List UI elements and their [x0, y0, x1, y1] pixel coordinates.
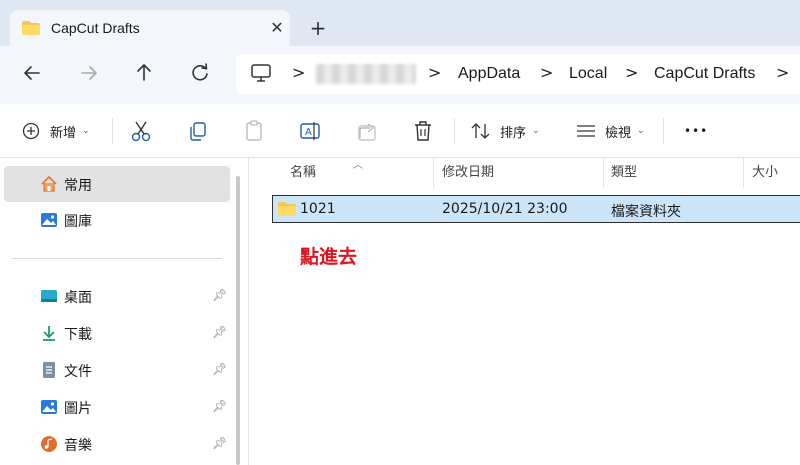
- chevron-down-icon: ⌄: [82, 126, 90, 136]
- toolbar-divider: [112, 118, 113, 144]
- sidebar-item-label: 音樂: [64, 438, 92, 454]
- close-tab-icon[interactable]: ✕: [268, 19, 286, 37]
- tab-title: CapCut Drafts: [51, 20, 140, 36]
- new-tab-button[interactable]: +: [306, 16, 330, 40]
- new-button[interactable]: 新增 ⌄: [22, 118, 90, 144]
- file-modified: 2025/10/21 23:00: [442, 201, 568, 217]
- computer-icon: [251, 64, 271, 82]
- list-view-icon: [577, 125, 595, 137]
- sidebar-item-downloads[interactable]: 下載 📌︎: [0, 315, 230, 351]
- sidebar-item-music[interactable]: 音樂 📌︎: [0, 426, 230, 462]
- cut-icon[interactable]: [130, 118, 152, 144]
- pin-icon[interactable]: 📌︎: [212, 362, 227, 376]
- sidebar-item-label: 常用: [64, 178, 92, 194]
- gallery-icon: [41, 213, 57, 227]
- column-header-name[interactable]: 名稱: [290, 158, 316, 188]
- pin-icon[interactable]: 📌︎: [212, 288, 227, 302]
- pin-icon[interactable]: 📌︎: [212, 436, 227, 450]
- breadcrumb-local[interactable]: Local: [569, 65, 607, 83]
- view-label: 檢視: [605, 125, 632, 141]
- pin-icon[interactable]: 📌︎: [212, 325, 227, 339]
- column-separator[interactable]: [743, 158, 744, 188]
- sort-button[interactable]: 排序 ⌄: [471, 118, 540, 144]
- file-type: 檔案資料夾: [611, 204, 681, 220]
- folder-icon: [278, 202, 296, 216]
- sidebar-divider: [12, 258, 222, 259]
- command-bar: 新增 ⌄ A 排序 ⌄ 檢視 ⌄ •••: [0, 104, 800, 158]
- annotation-text: 點進去: [300, 246, 358, 268]
- sidebar-scrollbar[interactable]: [236, 176, 240, 465]
- file-name: 1021: [300, 201, 336, 217]
- address-bar[interactable]: > > AppData > Local > CapCut Drafts >: [236, 54, 800, 94]
- music-icon: [41, 436, 57, 452]
- desktop-icon: [41, 290, 57, 302]
- breadcrumb-separator: >: [292, 63, 306, 82]
- navigation-bar: > > AppData > Local > CapCut Drafts >: [0, 46, 800, 104]
- svg-text:A: A: [305, 127, 312, 138]
- folder-icon: [22, 21, 40, 35]
- pin-icon[interactable]: 📌︎: [212, 399, 227, 413]
- column-separator[interactable]: [433, 158, 434, 188]
- column-separator[interactable]: [603, 158, 604, 188]
- sort-label: 排序: [500, 125, 527, 141]
- sidebar-item-home[interactable]: 常用: [4, 166, 230, 202]
- chevron-down-icon: ⌄: [532, 126, 540, 136]
- arrow-right-icon[interactable]: [74, 58, 104, 88]
- add-circle-icon: [22, 122, 40, 140]
- view-button[interactable]: 檢視 ⌄: [576, 118, 645, 144]
- sidebar-item-gallery[interactable]: 圖庫: [0, 202, 230, 238]
- download-icon: [43, 326, 55, 341]
- sidebar-item-label: 下載: [64, 327, 92, 343]
- sidebar-item-label: 圖片: [64, 401, 92, 417]
- rename-icon[interactable]: A: [299, 118, 321, 144]
- tab-capcut-drafts[interactable]: CapCut Drafts ✕: [10, 10, 290, 46]
- share-icon[interactable]: [356, 118, 378, 144]
- table-row[interactable]: 1021 2025/10/21 23:00 檔案資料夾: [272, 195, 800, 223]
- breadcrumb-capcut-drafts[interactable]: CapCut Drafts: [654, 65, 755, 83]
- sidebar-item-desktop[interactable]: 桌面 📌︎: [0, 278, 230, 314]
- sort-ascending-icon: ︿: [353, 160, 363, 171]
- copy-icon[interactable]: [186, 118, 208, 144]
- arrow-up-icon[interactable]: [129, 58, 159, 88]
- sidebar-item-label: 文件: [64, 364, 92, 380]
- column-header-size[interactable]: 大小: [752, 158, 778, 188]
- breadcrumb-separator: >: [776, 63, 790, 82]
- home-icon: [41, 175, 57, 192]
- breadcrumb-appdata[interactable]: AppData: [458, 65, 520, 83]
- pictures-icon: [41, 400, 57, 414]
- sort-icon: [471, 123, 490, 139]
- sidebar-item-pictures[interactable]: 圖片 📌︎: [0, 389, 230, 425]
- file-list: ︿ 名稱 修改日期 類型 大小 1021 2025/10/21 23:00 檔案…: [249, 158, 800, 465]
- breadcrumb-separator: >: [428, 63, 442, 82]
- toolbar-divider: [663, 118, 664, 144]
- column-header-type[interactable]: 類型: [611, 158, 637, 188]
- new-label: 新增: [50, 125, 77, 141]
- sidebar-item-documents[interactable]: 文件 📌︎: [0, 352, 230, 388]
- refresh-icon[interactable]: [185, 58, 215, 88]
- chevron-down-icon: ⌄: [637, 126, 645, 136]
- sidebar-item-label: 圖庫: [64, 214, 92, 230]
- breadcrumb-separator: >: [625, 63, 639, 82]
- arrow-left-icon[interactable]: [17, 58, 47, 88]
- breadcrumb-separator: >: [540, 63, 554, 82]
- toolbar-divider: [454, 118, 455, 144]
- navigation-pane: 常用 圖庫 桌面 📌︎ 下載 📌︎ 文件 📌︎ 圖片 📌︎ 音樂 📌︎: [0, 158, 240, 465]
- paste-icon[interactable]: [243, 118, 265, 144]
- document-icon: [43, 362, 55, 378]
- sidebar-item-label: 桌面: [64, 290, 92, 306]
- delete-icon[interactable]: [412, 118, 434, 144]
- title-bar: CapCut Drafts ✕ +: [0, 0, 800, 46]
- redacted-username: [316, 64, 416, 84]
- column-header-modified[interactable]: 修改日期: [442, 158, 494, 188]
- more-options-icon[interactable]: •••: [684, 118, 708, 144]
